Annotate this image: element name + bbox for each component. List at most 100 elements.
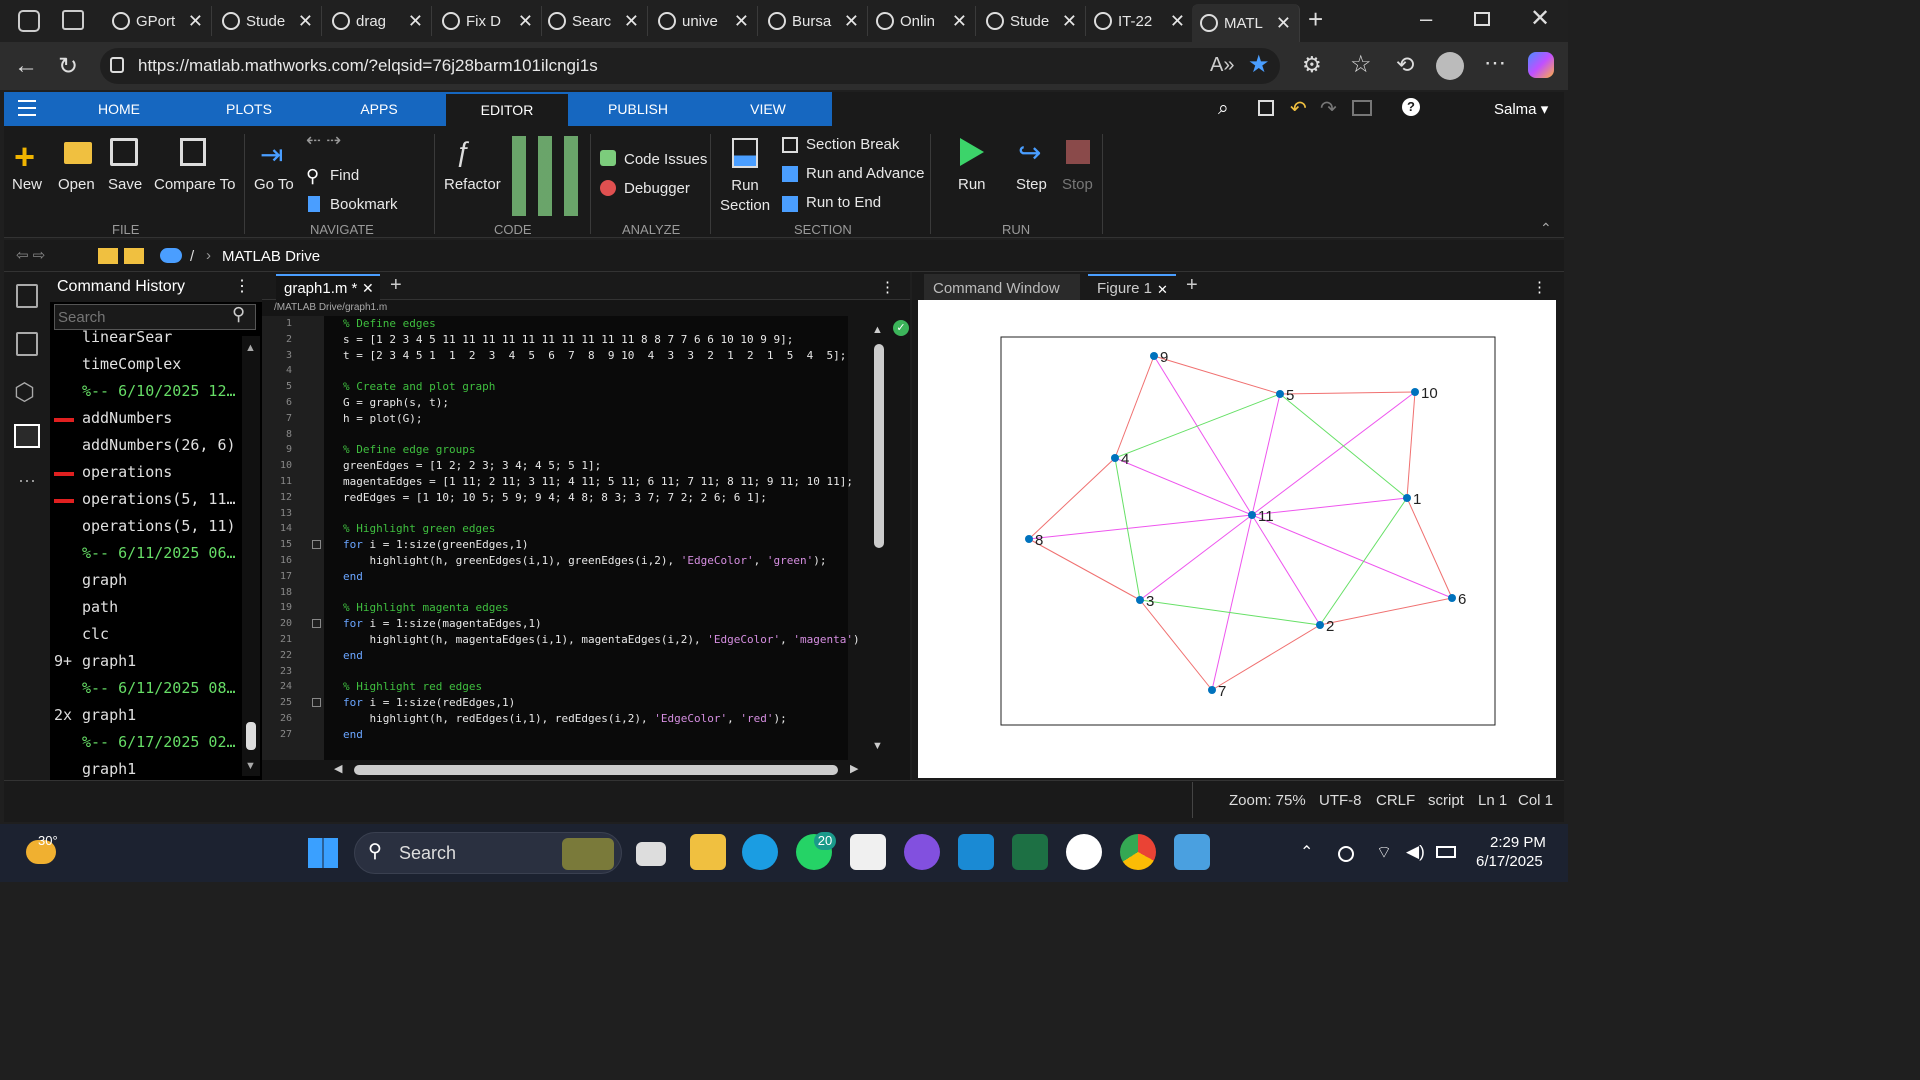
editor-scroll-up-icon[interactable]: ▲ — [872, 324, 883, 336]
code-line[interactable]: % Create and plot graph — [343, 380, 495, 393]
more-menu-icon[interactable]: ⋯ — [1484, 50, 1506, 76]
history-item[interactable]: %-- 6/17/2025 02… — [82, 733, 240, 751]
start-windows-icon[interactable] — [308, 838, 338, 868]
more-panels-icon[interactable]: ··· — [18, 470, 36, 491]
code-line[interactable]: greenEdges = [1 2; 2 3; 3 4; 4 5; 5 1]; — [343, 459, 601, 472]
history-item[interactable]: timeComplex — [82, 355, 240, 373]
graph-node[interactable] — [1136, 596, 1144, 604]
history-scrollbar[interactable] — [242, 336, 260, 776]
history-item[interactable]: clc — [82, 625, 240, 643]
figure-tab-label[interactable]: Figure 1 — [1097, 280, 1152, 297]
tab-close-icon[interactable]: ✕ — [298, 11, 313, 32]
clock-time[interactable]: 2:29 PM — [1490, 834, 1546, 851]
step-button[interactable]: Step — [1016, 176, 1047, 193]
tab-publish[interactable]: PUBLISH — [596, 92, 680, 126]
favorite-star-icon[interactable]: ★ — [1248, 50, 1270, 79]
code-line[interactable]: h = plot(G); — [343, 412, 422, 425]
browser-tab[interactable]: unive ✕ — [650, 6, 758, 36]
fold-marker-icon[interactable] — [312, 698, 321, 707]
tab-label[interactable]: Fix D — [466, 13, 506, 30]
undo-icon[interactable]: ↶ — [1290, 96, 1307, 121]
tab-label[interactable]: drag — [356, 13, 396, 30]
browser-tab[interactable]: Fix D ✕ — [434, 6, 542, 36]
folder-up-icon[interactable] — [98, 248, 118, 264]
back-icon[interactable]: ← — [14, 52, 38, 80]
history-item[interactable]: operations — [82, 463, 240, 481]
code-line[interactable]: for i = 1:size(redEdges,1) — [343, 696, 515, 709]
matlab-drive-cloud-icon[interactable] — [160, 248, 182, 263]
command-window-tab-label[interactable]: Command Window — [933, 280, 1060, 297]
browser-tab[interactable]: GPort ✕ — [104, 6, 212, 36]
tab-actions-icon[interactable] — [62, 10, 84, 30]
code-line[interactable]: highlight(h, magentaEdges(i,1), magentaE… — [343, 633, 859, 646]
code-line[interactable]: end — [343, 649, 363, 662]
code-line[interactable]: redEdges = [1 10; 10 5; 5 9; 9 4; 4 8; 8… — [343, 491, 767, 504]
status-line[interactable]: Ln 1 — [1478, 792, 1507, 809]
mongodb-compass-icon[interactable] — [1066, 834, 1102, 870]
close-tab-icon[interactable]: ✕ — [362, 280, 374, 297]
history-item[interactable]: graph1 — [82, 706, 240, 724]
close-figure-tab-icon[interactable]: ✕ — [1157, 282, 1168, 298]
editor-scroll-down-icon[interactable]: ▼ — [872, 740, 883, 752]
tab-close-icon[interactable]: ✕ — [188, 11, 203, 32]
tab-label[interactable]: GPort — [136, 13, 176, 30]
task-view-icon[interactable] — [636, 842, 666, 866]
files-panel-icon[interactable] — [16, 284, 38, 308]
file-explorer-icon[interactable] — [690, 834, 726, 870]
battery-icon[interactable] — [1436, 846, 1456, 858]
graph-node[interactable] — [1208, 686, 1216, 694]
profile-avatar[interactable] — [1436, 52, 1464, 80]
minimize-button[interactable]: – — [1420, 6, 1432, 32]
run-advance-button[interactable]: Run and Advance — [806, 165, 924, 182]
excel-icon[interactable] — [1012, 834, 1048, 870]
graph-node[interactable] — [1411, 388, 1419, 396]
tab-label[interactable]: MATL — [1224, 15, 1264, 32]
section-break-button[interactable]: Section Break — [806, 136, 899, 153]
code-line[interactable]: end — [343, 570, 363, 583]
browser-tab[interactable]: Searc ✕ — [540, 6, 648, 36]
stop-button[interactable]: Stop — [1062, 176, 1093, 193]
code-line[interactable]: % Highlight green edges — [343, 522, 495, 535]
graph-node[interactable] — [1448, 594, 1456, 602]
tab-apps[interactable]: APPS — [338, 92, 420, 126]
tab-view[interactable]: VIEW — [730, 92, 806, 126]
help-icon[interactable]: ? — [1402, 98, 1420, 116]
save-quick-icon[interactable] — [1258, 100, 1274, 116]
code-line[interactable]: highlight(h, redEdges(i,1), redEdges(i,2… — [343, 712, 786, 725]
address-bar[interactable]: https://matlab.mathworks.com/?elqsid=76j… — [100, 48, 1280, 84]
run-to-end-button[interactable]: Run to End — [806, 194, 881, 211]
code-line[interactable]: G = graph(s, t); — [343, 396, 449, 409]
editor-menu-icon[interactable]: ⋮ — [880, 278, 895, 296]
notepad-icon[interactable] — [1174, 834, 1210, 870]
compare-button[interactable]: Compare To — [154, 176, 235, 193]
new-right-tab-button[interactable]: + — [1186, 274, 1198, 297]
graph-node[interactable] — [1276, 390, 1284, 398]
bookmark-button[interactable]: Bookmark — [330, 196, 398, 213]
history-item[interactable]: %-- 6/11/2025 06… — [82, 544, 240, 562]
code-line[interactable]: highlight(h, greenEdges(i,1), greenEdges… — [343, 554, 826, 567]
user-menu[interactable]: Salma ▾ — [1494, 100, 1548, 118]
history-item[interactable]: %-- 6/10/2025 12… — [82, 382, 240, 400]
browser-tab[interactable]: MATL ✕ — [1192, 4, 1300, 42]
command-history-panel-icon[interactable] — [14, 424, 40, 448]
graph-node[interactable] — [1111, 454, 1119, 462]
status-eol[interactable]: CRLF — [1376, 792, 1415, 809]
tray-status-icon[interactable] — [1338, 846, 1354, 862]
workspace-panel-icon[interactable] — [16, 332, 38, 356]
tab-editor[interactable]: EDITOR — [444, 92, 570, 126]
history-item[interactable]: operations(5, 11… — [82, 490, 240, 508]
graph-plot[interactable]: 1 2 3 4 5 6 7 8 9 10 11 — [1000, 336, 1496, 726]
debugger-button[interactable]: Debugger — [624, 180, 690, 197]
tab-label[interactable]: unive — [682, 13, 722, 30]
history-scroll-thumb[interactable] — [246, 722, 256, 750]
user-name[interactable]: Salma — [1494, 101, 1537, 118]
microsoft-store-icon[interactable] — [850, 834, 886, 870]
history-item[interactable]: graph1 — [82, 652, 240, 670]
history-scroll-down-icon[interactable]: ▼ — [245, 760, 256, 772]
redo-icon[interactable]: ↷ — [1320, 96, 1337, 121]
editor-hscroll-thumb[interactable] — [354, 765, 838, 775]
code-line[interactable]: end — [343, 728, 363, 741]
code-line[interactable]: % Define edge groups — [343, 443, 475, 456]
save-button[interactable]: Save — [108, 176, 142, 193]
tab-close-icon[interactable]: ✕ — [1170, 11, 1185, 32]
